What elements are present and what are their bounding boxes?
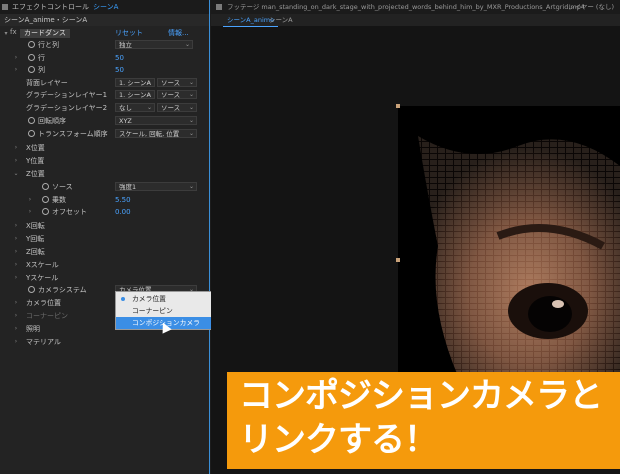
disclosure-triangle-icon[interactable]: › bbox=[12, 220, 20, 232]
checkmark-bullet-icon bbox=[121, 297, 125, 301]
footage-tab[interactable]: フッテージ man_standing_on_dark_stage_with_pr… bbox=[211, 0, 620, 14]
comp-tab-secondary[interactable]: シーンA bbox=[269, 14, 293, 26]
disclosure-triangle-icon[interactable]: › bbox=[12, 323, 20, 335]
reset-link[interactable]: リセット bbox=[115, 28, 143, 39]
disclosure-triangle-icon[interactable]: › bbox=[12, 155, 20, 167]
source-dropdown[interactable]: 強度1 ⌄ bbox=[115, 182, 197, 191]
composition-preview[interactable] bbox=[398, 106, 620, 376]
effect-controls-panel: エフェクトコントロール シーンA シーンA_anime・シーンA ▾ fx カー… bbox=[0, 0, 210, 474]
disclosure-triangle-icon[interactable]: › bbox=[12, 297, 20, 309]
disclosure-triangle-icon[interactable]: › bbox=[12, 336, 20, 348]
effect-name[interactable]: カードダンス bbox=[20, 29, 70, 38]
caption-overlay: コンポジションカメラと リンクする！ bbox=[227, 372, 620, 469]
card-dance-render bbox=[398, 106, 620, 376]
rot-order-dropdown[interactable]: XYZ ⌄ bbox=[115, 116, 197, 125]
disclosure-triangle-icon[interactable]: › bbox=[12, 142, 20, 154]
disclosure-triangle-icon[interactable]: › bbox=[26, 206, 34, 218]
stopwatch-icon[interactable] bbox=[42, 208, 49, 215]
rows-value[interactable]: 50 bbox=[115, 52, 124, 64]
grad1-source-dropdown[interactable]: ソース ⌄ bbox=[157, 90, 197, 99]
fx-icon[interactable]: fx bbox=[10, 28, 17, 36]
multiplier-value[interactable]: 5.50 bbox=[115, 194, 131, 206]
grad2-dropdown[interactable]: なし ⌄ bbox=[115, 103, 155, 112]
disclosure-triangle-icon[interactable]: › bbox=[12, 233, 20, 245]
effect-controls-tab-comp[interactable]: シーンA bbox=[93, 2, 118, 12]
prop-row-rows-cols: 行と列 独立 ⌄ bbox=[0, 39, 208, 51]
disclosure-triangle-icon[interactable]: › bbox=[12, 246, 20, 258]
stopwatch-icon[interactable] bbox=[28, 54, 35, 61]
prop-row-y-pos: › Y位置 bbox=[0, 155, 208, 167]
prop-row-grad2: グラデーションレイヤー2 なし ⌄ ソース ⌄ bbox=[0, 102, 208, 114]
prop-row-transform-order: トランスフォーム順序 スケール, 回転, 位置 ⌄ bbox=[0, 128, 208, 140]
prop-row-z-rot: › Z回転 bbox=[0, 246, 208, 258]
prop-row-y-rot: › Y回転 bbox=[0, 233, 208, 245]
prop-row-back-layer: 背面レイヤー 1. シーンA ⌄ ソース ⌄ bbox=[0, 77, 208, 89]
disclosure-triangle-icon[interactable]: › bbox=[26, 194, 34, 206]
transform-handle[interactable] bbox=[396, 258, 400, 262]
stopwatch-icon[interactable] bbox=[28, 66, 35, 73]
rows-cols-dropdown[interactable]: 独立 ⌄ bbox=[115, 40, 193, 49]
transform-order-dropdown[interactable]: スケール, 回転, 位置 ⌄ bbox=[115, 129, 197, 138]
popup-option-corner-pin[interactable]: コーナーピン bbox=[116, 305, 216, 317]
grad2-source-dropdown[interactable]: ソース ⌄ bbox=[157, 103, 197, 112]
disclosure-triangle-icon[interactable]: › bbox=[12, 272, 20, 284]
disclosure-triangle-icon[interactable]: ⌄ bbox=[12, 168, 20, 180]
back-layer-dropdown[interactable]: 1. シーンA ⌄ bbox=[115, 78, 155, 87]
prop-row-offset: › オフセット 0.00 bbox=[0, 206, 208, 218]
prop-row-x-rot: › X回転 bbox=[0, 220, 208, 232]
disclosure-triangle-icon[interactable]: › bbox=[12, 259, 20, 271]
prop-row-rows: › 行 50 bbox=[0, 52, 208, 64]
stopwatch-icon[interactable] bbox=[28, 41, 35, 48]
panel-menu-icon[interactable] bbox=[216, 4, 222, 10]
disclosure-triangle-icon[interactable]: ▾ bbox=[2, 30, 10, 37]
stopwatch-icon[interactable] bbox=[42, 196, 49, 203]
layer-tab[interactable]: レイヤー (なし) bbox=[568, 0, 614, 14]
prop-row-multiplier: › 乗数 5.50 bbox=[0, 194, 208, 206]
prop-row-grad1: グラデーションレイヤー1 1. シーンA ⌄ ソース ⌄ bbox=[0, 89, 208, 101]
stopwatch-icon[interactable] bbox=[28, 130, 35, 137]
transform-handle[interactable] bbox=[396, 104, 400, 108]
info-link[interactable]: 情報... bbox=[168, 28, 189, 39]
effect-controls-tabbar: エフェクトコントロール シーンA bbox=[0, 0, 209, 14]
stopwatch-icon[interactable] bbox=[28, 117, 35, 124]
prop-row-rot-order: 回転順序 XYZ ⌄ bbox=[0, 115, 208, 127]
prop-row-x-scale: › Xスケール bbox=[0, 259, 208, 271]
breadcrumb: シーンA_anime・シーンA bbox=[0, 14, 209, 26]
disclosure-triangle-icon[interactable]: › bbox=[12, 52, 20, 64]
back-layer-source-dropdown[interactable]: ソース ⌄ bbox=[157, 78, 197, 87]
cols-value[interactable]: 50 bbox=[115, 64, 124, 76]
offset-value[interactable]: 0.00 bbox=[115, 206, 131, 218]
prop-row-z-pos: ⌄ Z位置 bbox=[12, 168, 45, 180]
caption-line-1: コンポジションカメラと bbox=[239, 376, 603, 416]
panel-menu-icon[interactable] bbox=[2, 4, 8, 10]
disclosure-triangle-icon[interactable]: › bbox=[12, 310, 20, 322]
prop-row-x-pos: › X位置 bbox=[0, 142, 208, 154]
prop-row-source: ソース 強度1 ⌄ bbox=[0, 181, 208, 193]
comp-tabbar: シーンA_anime シーンA bbox=[211, 14, 620, 27]
prop-row-material: › マテリアル bbox=[0, 336, 208, 348]
stopwatch-icon[interactable] bbox=[28, 286, 35, 293]
stopwatch-icon[interactable] bbox=[42, 183, 49, 190]
caption-line-2: リンクする！ bbox=[239, 420, 438, 460]
disclosure-triangle-icon[interactable]: › bbox=[12, 64, 20, 76]
prop-row-cols: › 列 50 bbox=[0, 64, 208, 76]
effect-header-row: ▾ fx カードダンス リセット 情報... bbox=[0, 28, 208, 39]
popup-option-camera-pos[interactable]: カメラ位置 bbox=[116, 293, 216, 305]
prop-row-y-scale: › Yスケール bbox=[0, 272, 208, 284]
effect-controls-tab-title[interactable]: エフェクトコントロール bbox=[12, 2, 89, 12]
grad1-dropdown[interactable]: 1. シーンA ⌄ bbox=[115, 90, 155, 99]
